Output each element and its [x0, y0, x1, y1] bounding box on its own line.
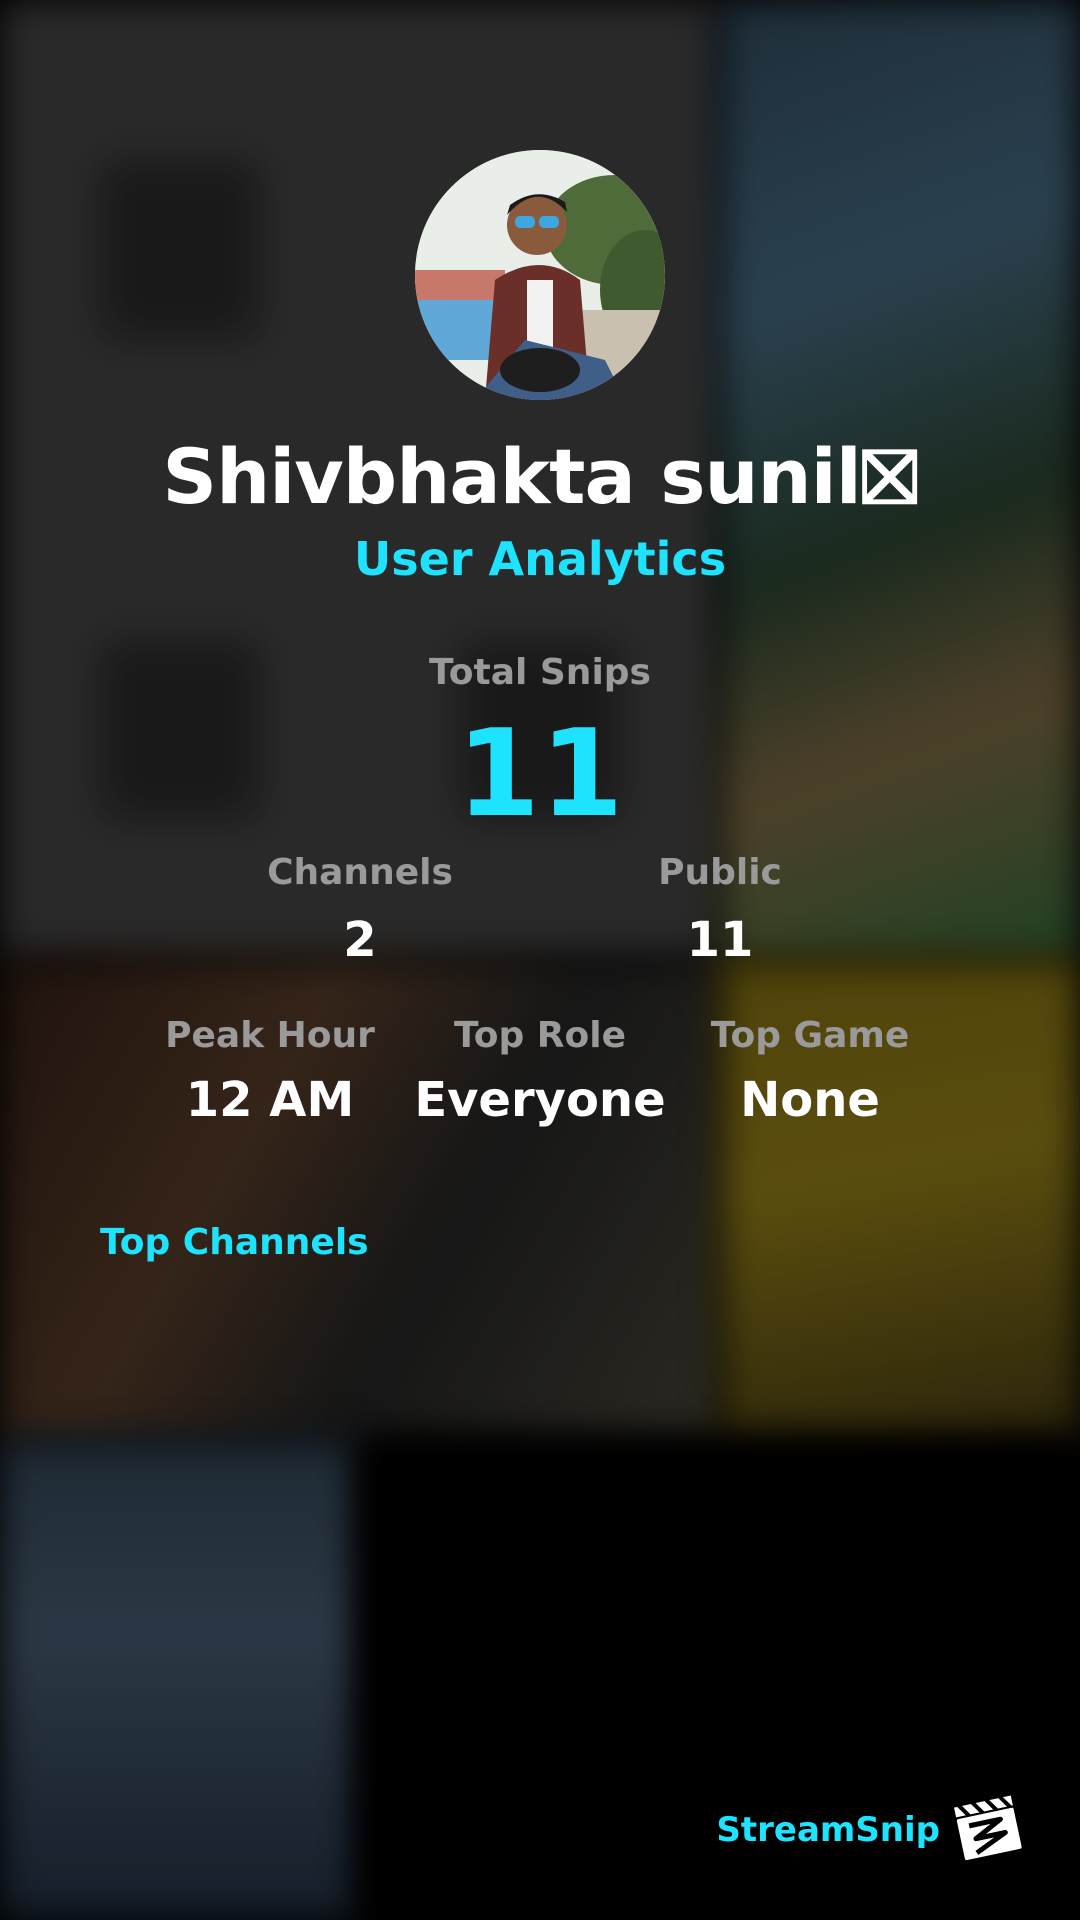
- total-snips-label: Total Snips: [429, 652, 651, 693]
- avatar-photo: [415, 150, 665, 400]
- avatar: [415, 150, 665, 400]
- brand-name: StreamSnip: [716, 1810, 940, 1850]
- top-game-value: None: [740, 1072, 880, 1128]
- public-label: Public: [658, 852, 782, 893]
- total-snips-value: 11: [456, 705, 624, 844]
- top-role-value: Everyone: [414, 1072, 666, 1128]
- top-channels-heading: Top Channels: [100, 1222, 369, 1263]
- top-role-label: Top Role: [453, 1015, 627, 1056]
- public-value: 11: [686, 912, 754, 968]
- channels-label: Channels: [267, 852, 453, 893]
- peak-hour-label: Peak Hour: [165, 1015, 375, 1056]
- top-game-label: Top Game: [710, 1015, 910, 1056]
- peak-hour-value: 12 AM: [185, 1072, 355, 1128]
- user-name: Shivbhakta sunil⛝: [162, 432, 918, 521]
- clapperboard-icon: [950, 1790, 1026, 1866]
- analytics-card: Shivbhakta sunil⛝ User Analytics Total S…: [0, 0, 1080, 1920]
- page-subtitle: User Analytics: [353, 532, 727, 586]
- channels-value: 2: [343, 912, 377, 968]
